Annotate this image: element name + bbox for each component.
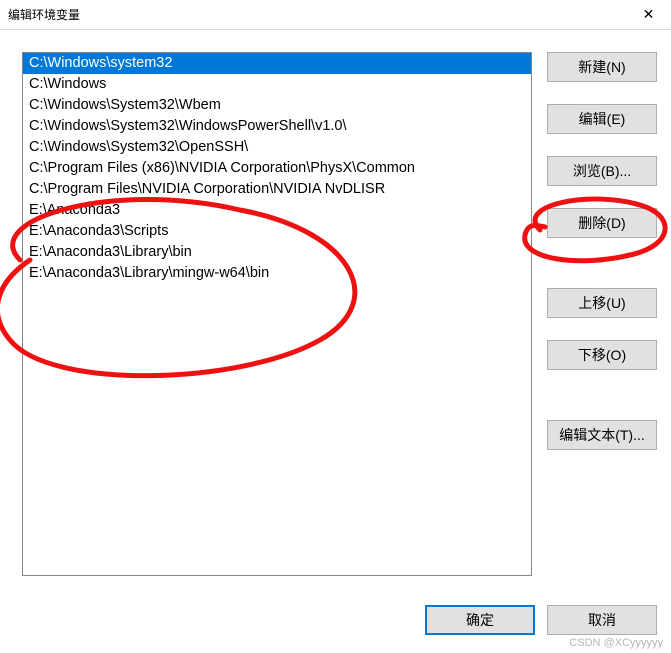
edit-button[interactable]: 编辑(E) (547, 104, 657, 134)
list-item[interactable]: C:\Program Files\NVIDIA Corporation\NVID… (23, 179, 531, 200)
close-icon: ✕ (643, 6, 655, 23)
titlebar: 编辑环境变量 ✕ (0, 0, 671, 30)
list-item[interactable]: C:\Program Files (x86)\NVIDIA Corporatio… (23, 158, 531, 179)
delete-button[interactable]: 删除(D) (547, 208, 657, 238)
list-item[interactable]: E:\Anaconda3 (23, 200, 531, 221)
path-listbox[interactable]: C:\Windows\system32 C:\Windows C:\Window… (22, 52, 532, 576)
list-item[interactable]: E:\Anaconda3\Scripts (23, 221, 531, 242)
new-button[interactable]: 新建(N) (547, 52, 657, 82)
list-item[interactable]: E:\Anaconda3\Library\mingw-w64\bin (23, 263, 531, 284)
list-item[interactable]: C:\Windows\System32\WindowsPowerShell\v1… (23, 116, 531, 137)
watermark: CSDN @XCyyyyyy (569, 637, 663, 649)
button-column: 新建(N) 编辑(E) 浏览(B)... 删除(D) 上移(U) 下移(O) 编… (547, 52, 657, 450)
window-title: 编辑环境变量 (8, 6, 80, 23)
close-button[interactable]: ✕ (626, 0, 671, 30)
move-down-button[interactable]: 下移(O) (547, 340, 657, 370)
list-item[interactable]: E:\Anaconda3\Library\bin (23, 242, 531, 263)
list-item[interactable]: C:\Windows (23, 74, 531, 95)
list-item[interactable]: C:\Windows\System32\OpenSSH\ (23, 137, 531, 158)
browse-button[interactable]: 浏览(B)... (547, 156, 657, 186)
list-item[interactable]: C:\Windows\system32 (23, 53, 531, 74)
cancel-button[interactable]: 取消 (547, 605, 657, 635)
ok-button[interactable]: 确定 (425, 605, 535, 635)
edit-text-button[interactable]: 编辑文本(T)... (547, 420, 657, 450)
move-up-button[interactable]: 上移(U) (547, 288, 657, 318)
dialog-footer: 确定 取消 (425, 605, 657, 635)
list-item[interactable]: C:\Windows\System32\Wbem (23, 95, 531, 116)
